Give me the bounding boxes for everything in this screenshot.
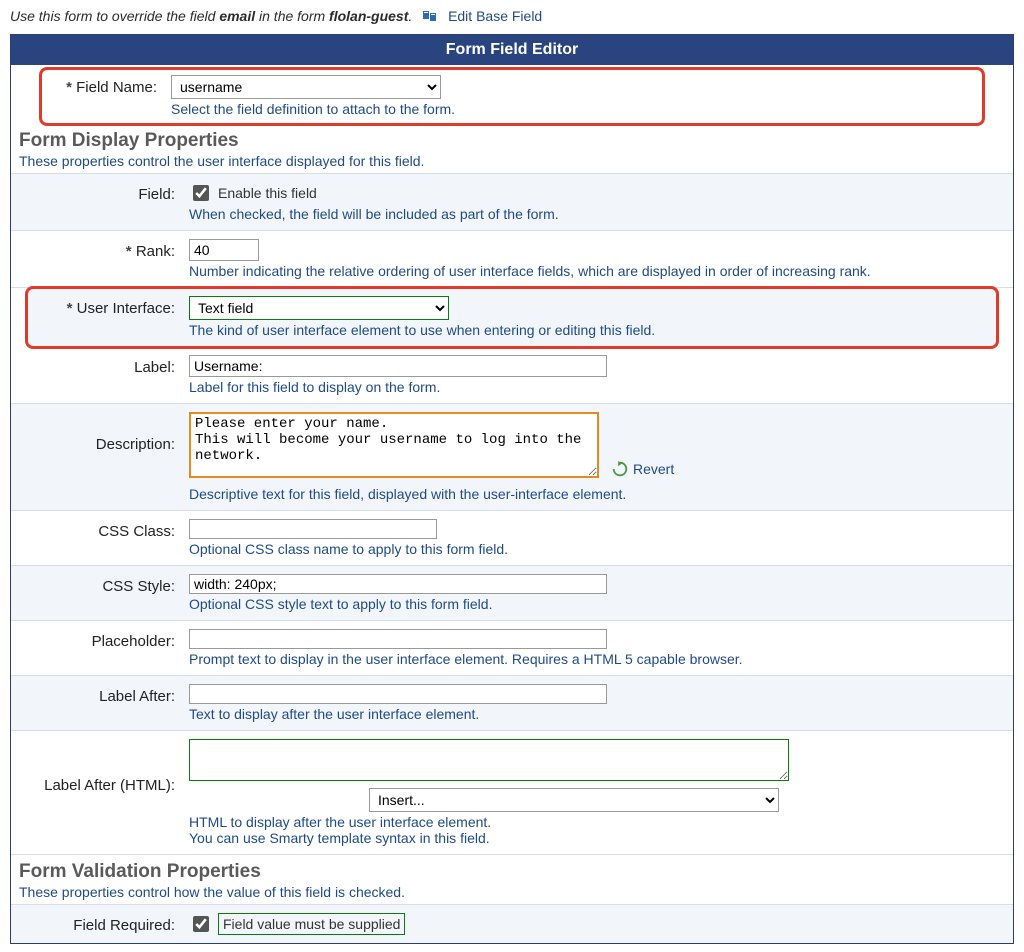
label-after-html-label: Label After (HTML): <box>15 737 183 794</box>
description-hint: Descriptive text for this field, display… <box>189 486 1003 502</box>
field-required-cb-label: Field value must be supplied <box>218 913 405 935</box>
row-field: Field: Enable this field When checked, t… <box>11 174 1013 231</box>
label-after-hint: Text to display after the user interface… <box>189 706 1003 722</box>
row-label-after: Label After: Text to display after the u… <box>11 676 1013 731</box>
row-placeholder: Placeholder: Prompt text to display in t… <box>11 621 1013 676</box>
section-display-properties: Form Display Properties These properties… <box>11 124 1013 174</box>
label-input[interactable] <box>189 355 607 377</box>
field-name-hint: Select the field definition to attach to… <box>171 101 975 117</box>
field-label: Field: <box>15 180 183 203</box>
css-class-hint: Optional CSS class name to apply to this… <box>189 541 1003 557</box>
rank-hint: Number indicating the relative ordering … <box>189 263 1003 279</box>
rank-label: Rank: <box>15 237 183 260</box>
description-label: Description: <box>15 410 183 453</box>
section-validation-sub: These properties control how the value o… <box>19 884 1005 900</box>
css-class-label: CSS Class: <box>15 517 183 540</box>
description-textarea[interactable] <box>189 412 599 478</box>
intro-mid: in the form <box>255 8 329 24</box>
section-display-sub: These properties control the user interf… <box>19 153 1005 169</box>
row-field-required: Field Required: Field value must be supp… <box>11 905 1013 943</box>
row-label-after-html: Label After (HTML): Insert... HTML to di… <box>11 731 1013 855</box>
field-required-checkbox[interactable] <box>193 916 209 932</box>
label-after-html-hint1: HTML to display after the user interface… <box>189 814 1003 830</box>
css-style-label: CSS Style: <box>15 572 183 595</box>
intro-prefix: Use this form to override the field <box>10 8 219 24</box>
panel-title: Form Field Editor <box>11 35 1013 65</box>
intro-text: Use this form to override the field emai… <box>10 8 1014 24</box>
row-description: Description: Revert Descriptive text for… <box>11 404 1013 511</box>
section-validation-title: Form Validation Properties <box>19 861 1005 883</box>
css-style-hint: Optional CSS style text to apply to this… <box>189 596 1003 612</box>
label-after-input[interactable] <box>189 684 607 704</box>
section-validation-properties: Form Validation Properties These propert… <box>11 855 1013 905</box>
row-user-interface: User Interface: Text field The kind of u… <box>27 288 997 347</box>
ui-hint: The kind of user interface element to us… <box>189 322 987 338</box>
edit-base-link[interactable]: Edit Base Field <box>448 8 542 24</box>
form-field-editor-panel: Form Field Editor Field Name: username S… <box>10 34 1014 944</box>
field-required-label: Field Required: <box>15 911 183 934</box>
ui-label: User Interface: <box>31 294 183 317</box>
field-name-select[interactable]: username <box>171 75 441 99</box>
field-name-label: Field Name: <box>45 73 165 96</box>
label-after-html-textarea[interactable] <box>189 739 789 781</box>
section-display-title: Form Display Properties <box>19 130 1005 152</box>
enable-field-label: Enable this field <box>218 185 317 201</box>
rank-input[interactable] <box>189 239 259 261</box>
css-class-input[interactable] <box>189 519 437 539</box>
label-label: Label: <box>15 353 183 376</box>
enable-field-checkbox[interactable] <box>193 185 209 201</box>
placeholder-hint: Prompt text to display in the user inter… <box>189 651 1003 667</box>
label-after-label: Label After: <box>15 682 183 705</box>
insert-select[interactable]: Insert... <box>369 788 779 812</box>
intro-suffix: . <box>408 8 412 24</box>
row-label: Label: Label for this field to display o… <box>11 347 1013 404</box>
label-hint: Label for this field to display on the f… <box>189 379 1003 395</box>
placeholder-label: Placeholder: <box>15 627 183 650</box>
edit-base-icon <box>422 8 438 24</box>
placeholder-input[interactable] <box>189 629 607 649</box>
css-style-input[interactable] <box>189 574 607 594</box>
intro-field-name: email <box>219 8 255 24</box>
row-css-style: CSS Style: Optional CSS style text to ap… <box>11 566 1013 621</box>
label-after-html-hint2: You can use Smarty template syntax in th… <box>189 830 1003 846</box>
row-field-name: Field Name: username Select the field de… <box>41 69 983 124</box>
revert-button[interactable]: Revert <box>611 460 674 478</box>
row-css-class: CSS Class: Optional CSS class name to ap… <box>11 511 1013 566</box>
user-interface-select[interactable]: Text field <box>189 296 449 320</box>
field-hint: When checked, the field will be included… <box>189 206 1003 222</box>
row-rank: Rank: Number indicating the relative ord… <box>11 231 1013 288</box>
revert-icon <box>611 460 629 478</box>
revert-label: Revert <box>633 461 674 477</box>
intro-form-name: flolan-guest <box>329 8 408 24</box>
